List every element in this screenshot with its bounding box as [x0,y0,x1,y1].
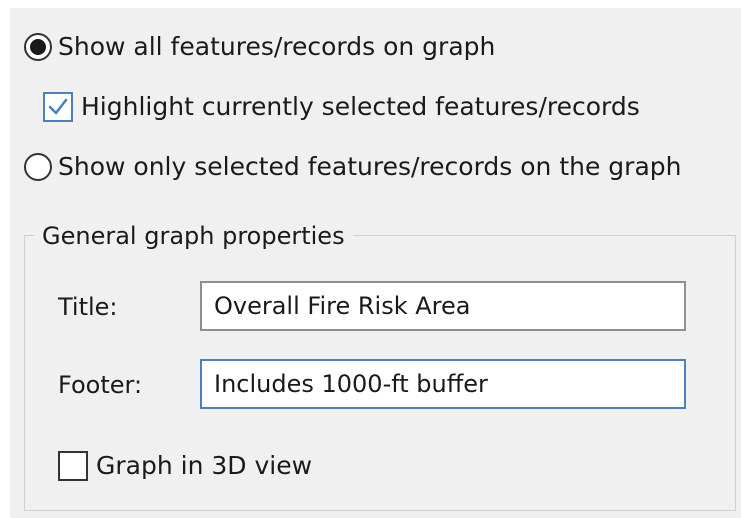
title-label: Title: [58,293,118,321]
show-only-selected-label: Show only selected features/records on t… [58,152,682,181]
highlight-selected-option[interactable]: Highlight currently selected features/re… [43,92,640,122]
title-input[interactable] [200,281,686,331]
show-all-label: Show all features/records on graph [58,32,496,61]
footer-label: Footer: [58,371,143,399]
footer-input[interactable] [200,359,686,409]
graph-3d-checkbox[interactable] [58,451,88,481]
graph-3d-option[interactable]: Graph in 3D view [58,451,312,481]
radio-selected-dot [30,39,46,55]
group-title: General graph properties [34,221,353,251]
show-all-option[interactable]: Show all features/records on graph [24,32,495,62]
show-only-selected-radio[interactable] [24,153,52,181]
graph-options-panel: Show all features/records on graph Highl… [10,8,741,518]
checkmark-icon [48,98,68,115]
highlight-selected-label: Highlight currently selected features/re… [81,92,640,121]
highlight-selected-checkbox[interactable] [43,92,73,122]
show-all-radio[interactable] [24,33,52,61]
graph-3d-label: Graph in 3D view [96,451,313,480]
show-only-selected-option[interactable]: Show only selected features/records on t… [24,152,682,182]
